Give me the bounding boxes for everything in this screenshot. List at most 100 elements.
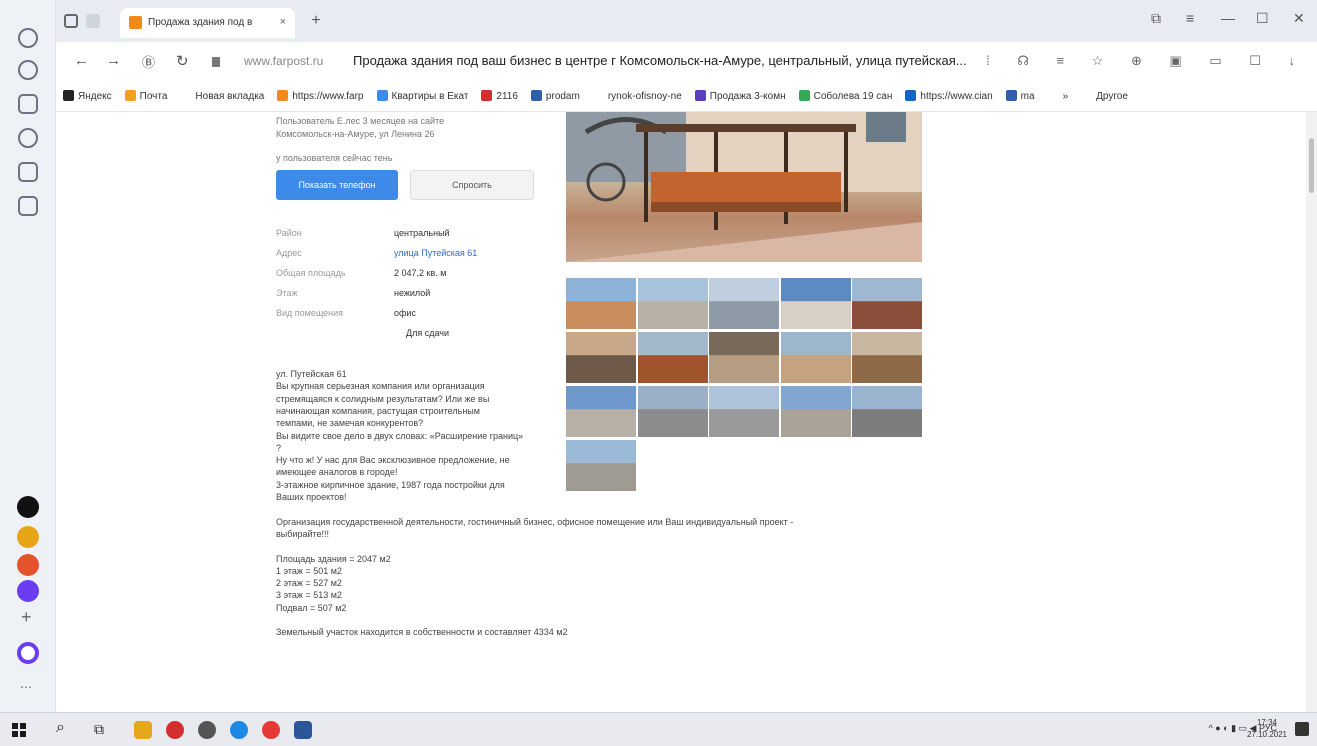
play-icon[interactable] [18,128,38,148]
url-page-title[interactable]: Продажа здания под ваш бизнес в центре г… [353,53,967,68]
pinned-tab-icon[interactable] [86,14,100,28]
yandex-logo-icon[interactable] [18,28,38,48]
photo-thumbnail[interactable] [566,278,636,329]
task-view-icon[interactable]: ⧉ [94,721,104,738]
url-domain[interactable]: www.farpost.ru [244,54,323,68]
bookmark-favicon-icon [63,90,74,101]
bookmark-item[interactable]: https://www.farp [277,90,364,102]
minimize-icon[interactable]: — [1221,10,1235,26]
app-taskbar-icon[interactable] [198,721,216,739]
bookmark-item[interactable]: https://www.cian [905,90,993,102]
bookmarks-bar: Яндекс Почта Новая вкладка https://www.farp… [56,82,1317,112]
bookmark-item[interactable]: ma [1005,90,1035,102]
photo-thumbnail[interactable] [709,332,779,383]
opera-icon[interactable] [262,721,280,739]
property-label: Этаж [276,288,298,298]
collections-icon[interactable] [18,94,38,114]
bookmark-item[interactable]: » [1047,90,1068,102]
bookmark-favicon-icon [180,90,192,101]
app-icon-1[interactable] [17,496,39,518]
description-line: Ваших проектов! [276,492,347,502]
bookmark-label: Яндекс [78,91,112,102]
app-icon-4[interactable] [17,580,39,602]
bookmark-favicon-icon [905,90,917,101]
description-line: Земельный участок находится в собственно… [276,627,568,638]
bookmark-item[interactable]: Новая вкладка [180,90,264,102]
photo-thumbnail[interactable] [566,332,636,383]
bookmark-favicon-icon [1081,90,1093,101]
tab-title: Продажа здания под в [148,17,253,28]
bookmark-label: https://www.farp [292,91,364,102]
clock-time: 17:34 [1256,718,1277,727]
app-icon-2[interactable] [17,526,39,548]
address-link[interactable]: улица Путейская 61 [394,248,477,258]
photo-thumbnail[interactable] [780,386,851,437]
windows-taskbar: ⌕ ⧉ ^ ● ◐ ▮ ▭ ◀ РУС 17:34 27.10.2021 [0,712,1317,746]
lock-icon[interactable] [212,57,220,67]
page-scrollbar[interactable] [1306,112,1317,712]
main-listing-photo[interactable] [566,112,922,262]
search-icon[interactable]: ⌕ [56,719,65,737]
bookmark-favicon-icon [277,90,289,101]
downloads-icon[interactable] [18,162,38,182]
back-icon[interactable]: ← [74,52,89,69]
more-icon[interactable]: ⋯ [20,680,32,694]
tab-active[interactable]: Продажа здания под в × [120,8,295,38]
protect-icon[interactable]: Ⓑ [142,52,155,71]
reload-icon[interactable]: ↻ [176,52,189,70]
address-bar-actions[interactable]: ⁞ ☊ ≡ ☆ ⊕ ▣ ▭ ☐ ↓ [986,53,1307,69]
description-line: Вы крупная серьезная компания или органи… [276,381,485,392]
bookmark-favicon-icon [694,90,706,101]
bookmark-item[interactable]: Яндекс [63,90,112,102]
author-online-status: у пользователя сейчас тень [276,153,393,163]
photo-thumbnail[interactable] [852,278,922,329]
ask-button[interactable]: Спросить [410,170,534,200]
photo-thumbnail[interactable] [780,332,851,383]
bookmark-item[interactable]: Квартиры в Екат [376,90,468,102]
photo-thumbnail[interactable] [637,278,708,329]
yandex-browser-icon[interactable] [166,721,184,739]
bookmark-item[interactable]: Почта [124,90,167,102]
bookmark-favicon-icon [1005,90,1017,101]
photo-thumbnail[interactable] [852,332,922,383]
add-panel-icon[interactable]: + [21,607,32,628]
scrollbar-thumb[interactable] [1309,138,1314,193]
history-icon[interactable] [18,60,38,80]
bookmark-item[interactable]: Другое [1081,90,1128,102]
photo-thumbnail[interactable] [852,386,922,437]
notifications-icon[interactable] [1295,722,1309,736]
new-tab-button[interactable]: + [306,12,326,32]
word-icon[interactable] [294,721,312,739]
app-icon-3[interactable] [17,554,39,576]
bookmark-item[interactable]: rynok-ofisnoy-ne [592,90,682,102]
show-phone-button[interactable]: Показать телефон [276,170,398,200]
bookmark-item[interactable]: prodam [530,90,580,102]
photo-thumbnail[interactable] [566,440,636,491]
photo-thumbnail[interactable] [566,386,636,437]
start-icon[interactable] [12,723,26,737]
description-line: выбирайте!!! [276,528,329,539]
clock[interactable]: 17:34 27.10.2021 [1247,717,1287,741]
forward-icon[interactable]: → [106,52,121,69]
tabs-overview-icon[interactable] [64,14,78,28]
edge-icon[interactable] [230,721,248,739]
photo-thumbnail[interactable] [637,332,708,383]
photo-thumbnail[interactable] [637,386,708,437]
maximize-icon[interactable]: ☐ [1256,10,1269,27]
screenshot-icon[interactable] [18,196,38,216]
menu-icon[interactable]: ≡ [1186,10,1194,26]
photo-thumbnail[interactable] [780,278,851,329]
property-value: 2 047,2 кв. м [394,268,447,278]
photo-thumbnail[interactable] [709,386,779,437]
close-window-icon[interactable]: ✕ [1293,10,1305,27]
bookmark-item[interactable]: Соболева 19 сан [798,90,892,102]
file-explorer-icon[interactable] [134,721,152,739]
alice-icon[interactable] [17,642,39,664]
property-label: Район [276,228,302,238]
bookmark-item[interactable]: Продажа 3-комн [694,90,786,102]
bookmark-item[interactable]: 2116 [481,90,518,102]
farpost-favicon-icon [129,16,142,29]
tab-close-icon[interactable]: × [280,16,286,28]
photo-thumbnail[interactable] [709,278,779,329]
tab-manager-icon[interactable]: ⧉ [1151,10,1161,27]
